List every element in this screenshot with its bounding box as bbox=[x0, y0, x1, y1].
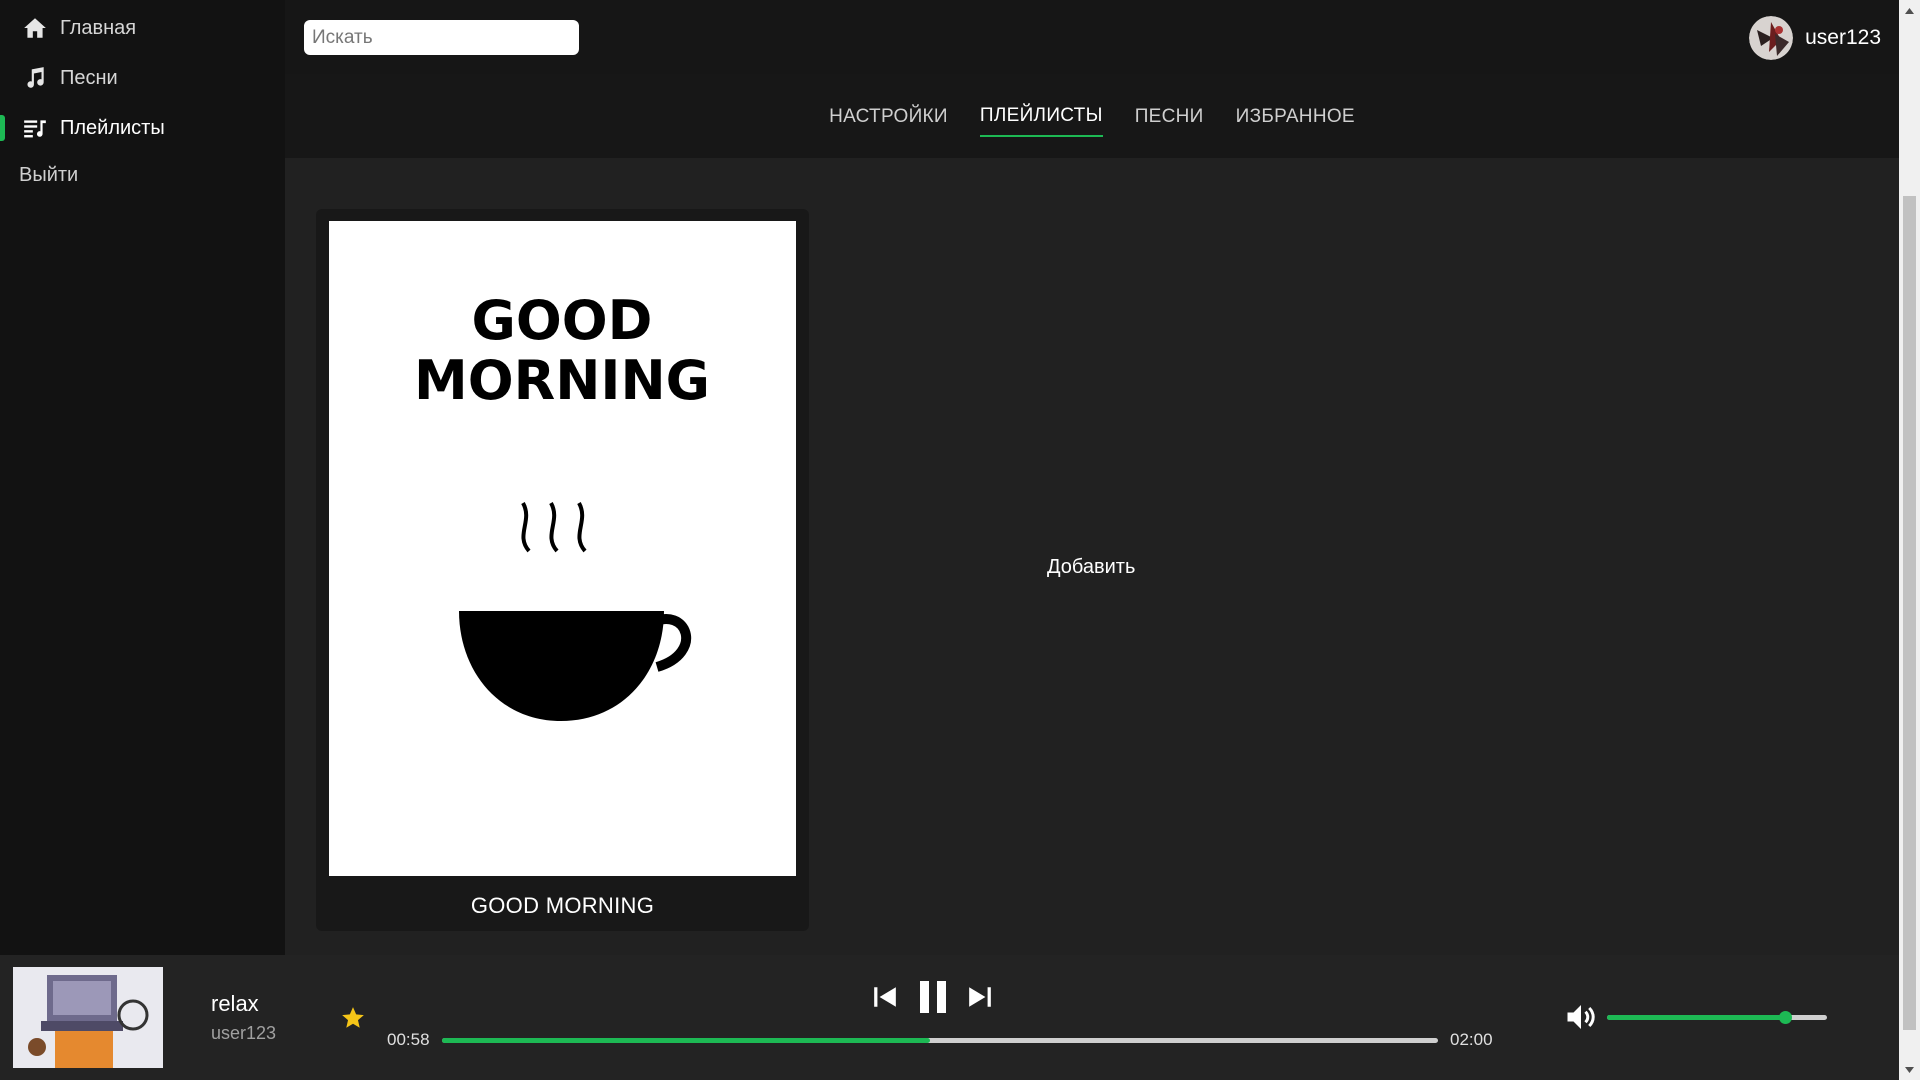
coffee-cup-icon bbox=[459, 502, 692, 721]
cover-text-line-1: GOOD bbox=[472, 289, 653, 352]
sidebar-item-home[interactable]: Главная bbox=[0, 3, 285, 53]
current-time: 00:58 bbox=[387, 1030, 430, 1049]
scroll-up-arrow-icon[interactable] bbox=[1899, 0, 1920, 21]
tab-settings[interactable]: НАСТРОЙКИ bbox=[829, 96, 948, 136]
sidebar-item-label: Главная bbox=[60, 16, 137, 39]
sidebar: Главная Песни Плейлисты Выйти bbox=[0, 0, 285, 955]
add-playlist-button[interactable]: Добавить bbox=[1047, 556, 1135, 579]
playlist-card[interactable]: GOOD MORNING GOOD MORNING bbox=[316, 209, 809, 931]
track-title: relax bbox=[211, 991, 259, 1016]
sidebar-item-playlists[interactable]: Плейлисты bbox=[0, 103, 285, 153]
avatar[interactable] bbox=[1749, 16, 1794, 60]
sidebar-item-label: Песни bbox=[60, 66, 118, 89]
cover-text-line-2: MORNING bbox=[414, 349, 710, 412]
total-time: 02:00 bbox=[1450, 1030, 1493, 1049]
search-input[interactable] bbox=[304, 20, 579, 55]
pause-icon[interactable] bbox=[916, 977, 950, 1017]
page-scrollbar[interactable] bbox=[1899, 0, 1920, 1080]
player-bar: relax user123 00:58 02:00 bbox=[0, 955, 1899, 1080]
playback-controls bbox=[870, 977, 995, 1017]
scrollbar-thumb[interactable] bbox=[1903, 196, 1916, 1030]
user-menu[interactable]: user123 bbox=[1749, 16, 1881, 60]
scroll-down-arrow-icon[interactable] bbox=[1899, 1059, 1920, 1080]
username: user123 bbox=[1805, 26, 1881, 49]
volume-knob[interactable] bbox=[1779, 1011, 1793, 1024]
playlist-title: GOOD MORNING bbox=[470, 893, 655, 918]
track-progress-fill bbox=[442, 1038, 931, 1043]
track-artist: user123 bbox=[211, 1023, 277, 1043]
previous-track-icon[interactable] bbox=[870, 977, 900, 1017]
now-playing-cover bbox=[13, 967, 163, 1068]
sidebar-item-songs[interactable]: Песни bbox=[0, 53, 285, 103]
next-track-icon[interactable] bbox=[965, 977, 995, 1017]
track-progress-bar[interactable] bbox=[442, 1038, 1438, 1043]
sidebar-item-label: Плейлисты bbox=[60, 116, 165, 139]
music-note-icon bbox=[22, 65, 48, 91]
volume-fill bbox=[1607, 1015, 1786, 1020]
profile-tabs: НАСТРОЙКИ ПЛЕЙЛИСТЫ ПЕСНИ ИЗБРАННОЕ bbox=[285, 74, 1899, 158]
logout-link[interactable]: Выйти bbox=[0, 153, 285, 197]
tab-playlists[interactable]: ПЛЕЙЛИСТЫ bbox=[979, 95, 1103, 137]
favorite-star-icon[interactable] bbox=[340, 1005, 366, 1031]
home-icon bbox=[22, 15, 48, 41]
volume-slider[interactable] bbox=[1607, 1011, 1827, 1024]
volume-icon[interactable] bbox=[1563, 999, 1599, 1035]
playlist-icon bbox=[22, 115, 48, 141]
playlist-cover[interactable]: GOOD MORNING bbox=[329, 221, 796, 876]
tab-songs[interactable]: ПЕСНИ bbox=[1135, 96, 1204, 136]
playlists-content: GOOD MORNING GOOD MORNING Добавить bbox=[285, 158, 1899, 955]
tab-favorites[interactable]: ИЗБРАННОЕ bbox=[1236, 96, 1355, 136]
top-bar: user123 bbox=[285, 0, 1899, 74]
